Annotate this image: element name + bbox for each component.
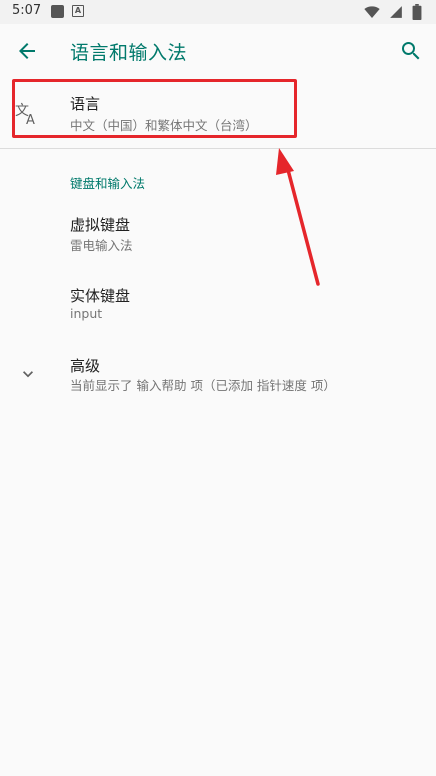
notification-a-icon: A (72, 5, 84, 17)
arrow-left-icon[interactable] (15, 39, 39, 63)
advanced-summary: 当前显示了 输入帮助 项（已添加 指针速度 项） (70, 378, 336, 393)
language-title: 语言 (70, 95, 101, 113)
signal-icon (390, 6, 402, 18)
translate-icon: 文 A (15, 103, 35, 126)
search-icon[interactable] (399, 39, 423, 63)
advanced-preference[interactable]: 高级 当前显示了 输入帮助 项（已添加 指针速度 项） (0, 342, 436, 404)
notification-icon (51, 5, 64, 18)
app-bar: 语言和输入法 (0, 24, 436, 76)
language-summary: 中文（中国）和繁体中文（台湾） (70, 118, 258, 133)
physical-keyboard-summary: input (70, 306, 103, 321)
status-time: 5:07 (12, 3, 42, 18)
wifi-icon (364, 6, 380, 18)
status-bar: 5:07 A (0, 0, 436, 24)
physical-keyboard-preference[interactable]: 实体键盘 input (0, 271, 436, 337)
advanced-title: 高级 (70, 357, 101, 375)
divider (0, 148, 436, 149)
status-icons (360, 4, 422, 20)
keyboard-section-header: 键盘和输入法 (70, 176, 146, 191)
battery-icon (412, 4, 422, 20)
svg-text:A: A (26, 113, 35, 126)
chevron-down-icon (23, 371, 33, 378)
virtual-keyboard-title: 虚拟键盘 (70, 216, 131, 234)
virtual-keyboard-preference[interactable]: 虚拟键盘 雷电输入法 (0, 200, 436, 266)
virtual-keyboard-summary: 雷电输入法 (70, 238, 133, 253)
physical-keyboard-title: 实体键盘 (70, 287, 131, 305)
language-preference[interactable]: 文 A 语言 中文（中国）和繁体中文（台湾） (0, 78, 436, 148)
page-title: 语言和输入法 (70, 42, 188, 64)
